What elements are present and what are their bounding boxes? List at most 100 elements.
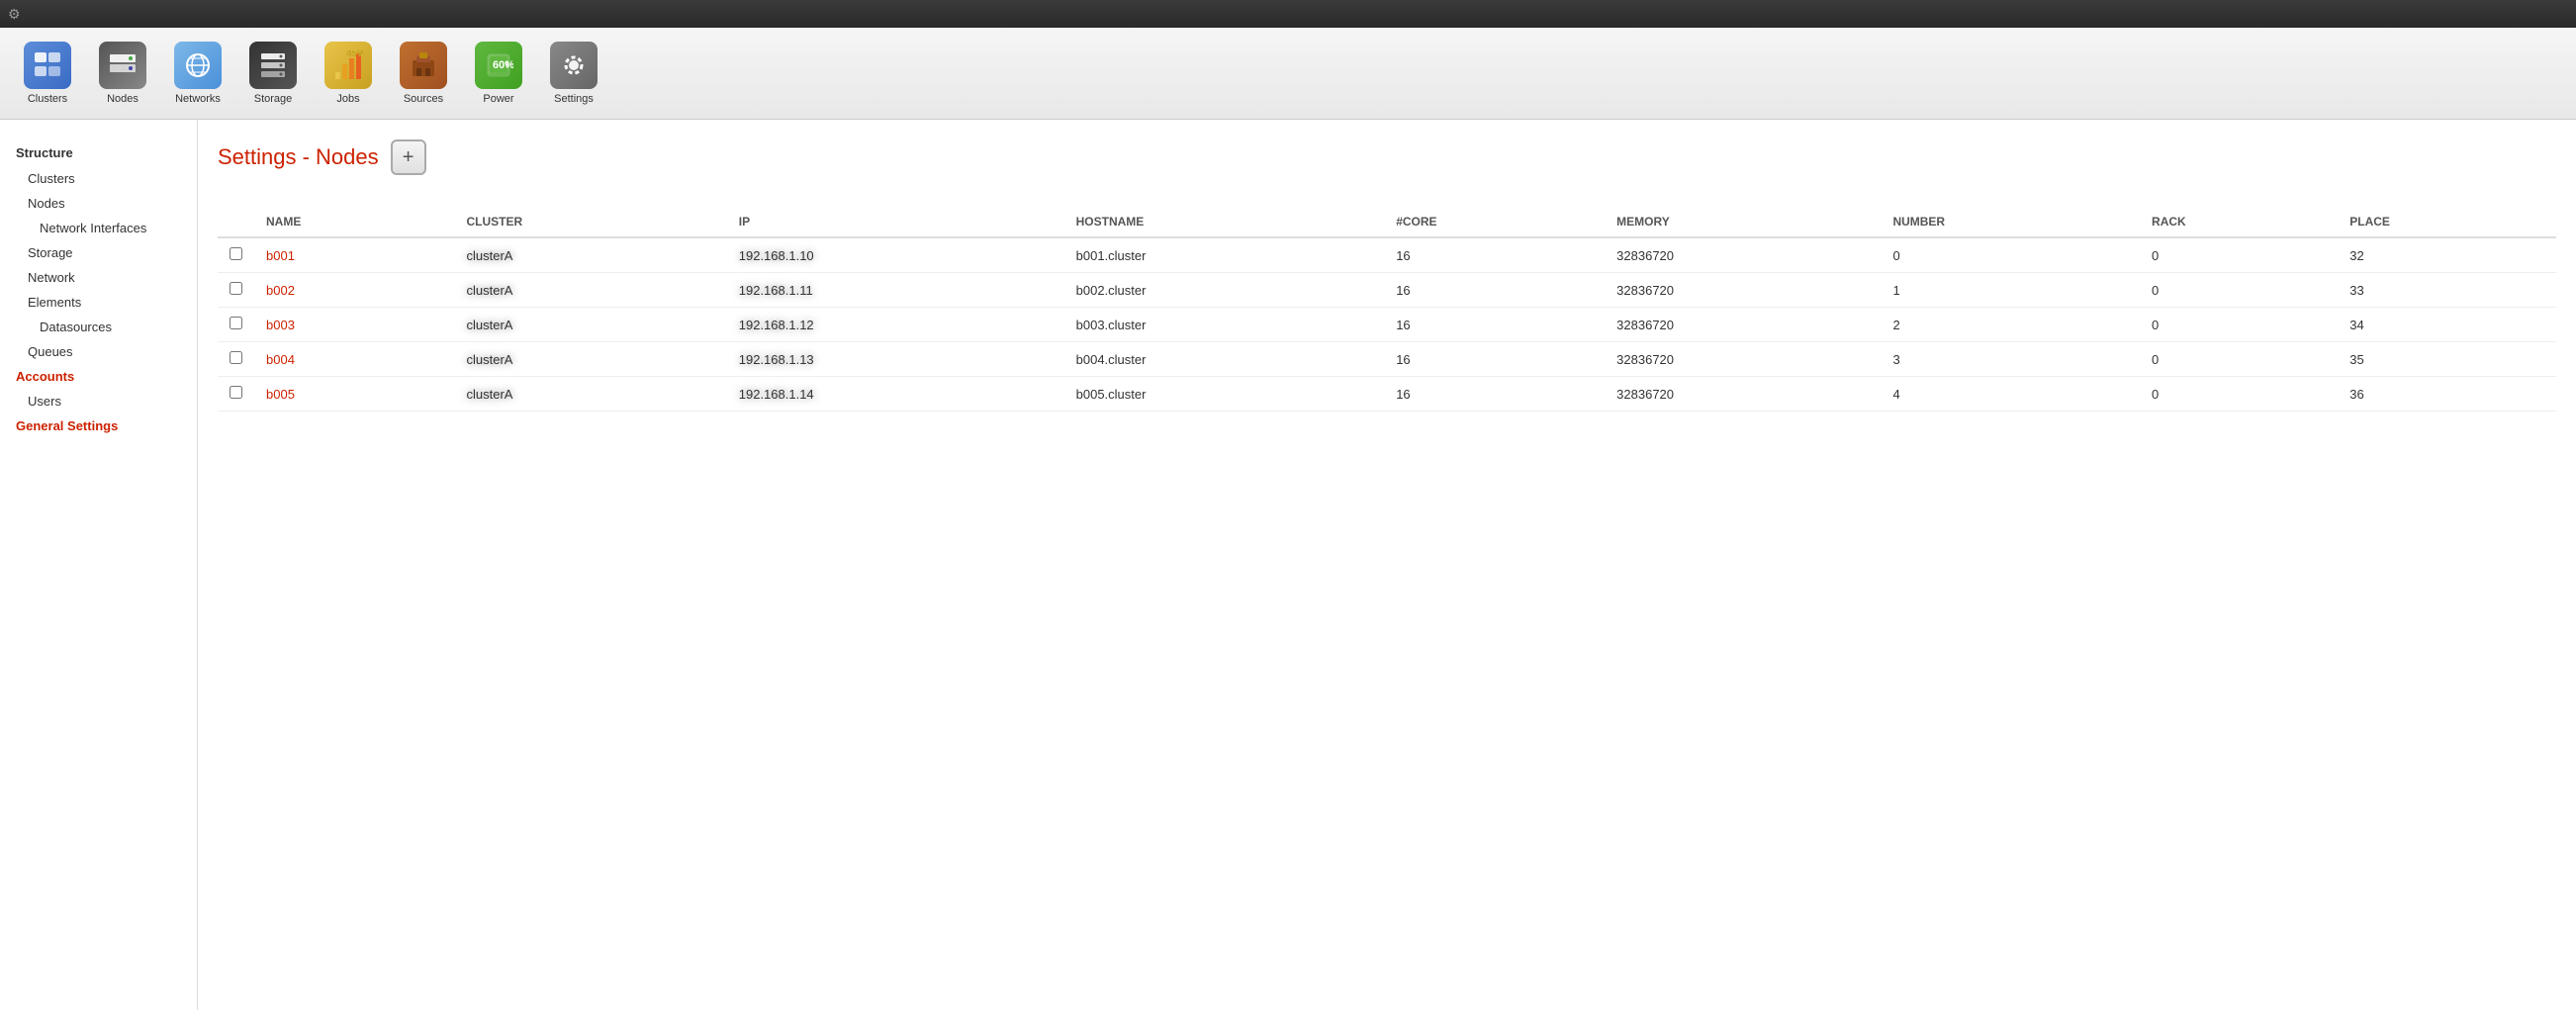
row-place-0: 32 xyxy=(2338,237,2556,273)
row-memory-4: 32836720 xyxy=(1605,377,1881,412)
row-hostname-3: b004.cluster xyxy=(1064,342,1385,377)
row-checkbox-2[interactable] xyxy=(230,317,242,329)
row-name-2[interactable]: b003 xyxy=(266,318,295,332)
row-number-0: 0 xyxy=(1881,237,2140,273)
table-col-hostname: HOSTNAME xyxy=(1064,207,1385,237)
row-hostname-0: b001.cluster xyxy=(1064,237,1385,273)
toolbar-item-label-networks: Networks xyxy=(175,93,221,105)
table-row: b001clusterA192.168.1.10b001.cluster1632… xyxy=(218,237,2556,273)
table-col-name: NAME xyxy=(254,207,454,237)
top-bar: ⚙ xyxy=(0,0,2576,28)
settings-icon xyxy=(550,42,598,89)
row-cluster-3: clusterA xyxy=(454,342,726,377)
row-name-0[interactable]: b001 xyxy=(266,248,295,263)
row-cluster-4: clusterA xyxy=(454,377,726,412)
table-row: b005clusterA192.168.1.14b005.cluster1632… xyxy=(218,377,2556,412)
row-checkbox-3[interactable] xyxy=(230,351,242,364)
toolbar-item-settings[interactable]: Settings xyxy=(538,36,609,111)
sidebar-item-users[interactable]: Users xyxy=(0,389,197,413)
toolbar-item-jobs[interactable]: 45WJobs xyxy=(313,36,384,111)
header-row: Settings - Nodes + xyxy=(218,139,2556,191)
nodes-icon xyxy=(99,42,146,89)
sidebar-section-structure: Structure xyxy=(0,139,197,166)
row-ip-1: 192.168.1.11 xyxy=(727,273,1064,308)
row-place-2: 34 xyxy=(2338,308,2556,342)
row-number-3: 3 xyxy=(1881,342,2140,377)
toolbar-item-clusters[interactable]: Clusters xyxy=(12,36,83,111)
table-col-rack: RACK xyxy=(2140,207,2338,237)
row-checkbox-1[interactable] xyxy=(230,282,242,295)
toolbar: Clusters Nodes Networks Storage45WJobs Sourc… xyxy=(0,28,2576,120)
sidebar-item-datasources[interactable]: Datasources xyxy=(0,315,197,339)
toolbar-item-sources[interactable]: Sources xyxy=(388,36,459,111)
row-place-1: 33 xyxy=(2338,273,2556,308)
row-cluster-2: clusterA xyxy=(454,308,726,342)
table-row: b002clusterA192.168.1.11b002.cluster1632… xyxy=(218,273,2556,308)
row-number-2: 2 xyxy=(1881,308,2140,342)
row-checkbox-0[interactable] xyxy=(230,247,242,260)
row-core-2: 16 xyxy=(1384,308,1605,342)
row-cluster-1: clusterA xyxy=(454,273,726,308)
table-col-cluster: CLUSTER xyxy=(454,207,726,237)
add-node-button[interactable]: + xyxy=(391,139,426,175)
sidebar: StructureClustersNodesNetwork Interfaces… xyxy=(0,120,198,1010)
sidebar-item-clusters[interactable]: Clusters xyxy=(0,166,197,191)
row-core-4: 16 xyxy=(1384,377,1605,412)
row-ip-3: 192.168.1.13 xyxy=(727,342,1064,377)
page-area: Settings - Nodes + NAME CLUSTER IP HOSTN… xyxy=(198,120,2576,1010)
toolbar-item-networks[interactable]: Networks xyxy=(162,36,233,111)
table-header: NAME CLUSTER IP HOSTNAME #CORE MEMORY NU… xyxy=(218,207,2556,237)
sources-icon xyxy=(400,42,447,89)
table-col-place: PLACE xyxy=(2338,207,2556,237)
sidebar-item-queues[interactable]: Queues xyxy=(0,339,197,364)
row-hostname-2: b003.cluster xyxy=(1064,308,1385,342)
table-body: b001clusterA192.168.1.10b001.cluster1632… xyxy=(218,237,2556,412)
row-cluster-0: clusterA xyxy=(454,237,726,273)
toolbar-item-power[interactable]: 60%Power xyxy=(463,36,534,111)
table-row: b003 clusterA192.168.1.12b003.cluster1632… xyxy=(218,308,2556,342)
sidebar-item-network[interactable]: Network xyxy=(0,265,197,290)
row-memory-0: 32836720 xyxy=(1605,237,1881,273)
sidebar-item-elements[interactable]: Elements xyxy=(0,290,197,315)
sidebar-item-storage[interactable]: Storage xyxy=(0,240,197,265)
toolbar-item-storage[interactable]: Storage xyxy=(237,36,309,111)
sidebar-item-network-interfaces[interactable]: Network Interfaces xyxy=(0,216,197,240)
table-col-ip: IP xyxy=(727,207,1064,237)
row-number-4: 4 xyxy=(1881,377,2140,412)
row-ip-2: 192.168.1.12 xyxy=(727,308,1064,342)
table-col-core: #CORE xyxy=(1384,207,1605,237)
row-name-4[interactable]: b005 xyxy=(266,387,295,402)
sidebar-item-accounts[interactable]: Accounts xyxy=(0,364,197,389)
row-rack-3: 0 xyxy=(2140,342,2338,377)
clusters-icon xyxy=(24,42,71,89)
nodes-table: NAME CLUSTER IP HOSTNAME #CORE MEMORY NU… xyxy=(218,207,2556,412)
table-col-number: NUMBER xyxy=(1881,207,2140,237)
row-ip-4: 192.168.1.14 xyxy=(727,377,1064,412)
gear-icon[interactable]: ⚙ xyxy=(8,6,21,23)
svg-text:45W: 45W xyxy=(346,50,363,59)
toolbar-item-label-clusters: Clusters xyxy=(28,93,67,105)
table-col-memory: MEMORY xyxy=(1605,207,1881,237)
row-name-3[interactable]: b004 xyxy=(266,352,295,367)
networks-icon xyxy=(174,42,222,89)
row-rack-0: 0 xyxy=(2140,237,2338,273)
toolbar-item-label-sources: Sources xyxy=(404,93,443,105)
row-memory-2: 32836720 xyxy=(1605,308,1881,342)
toolbar-item-nodes[interactable]: Nodes xyxy=(87,36,158,111)
toolbar-item-label-settings: Settings xyxy=(554,93,594,105)
sidebar-item-nodes[interactable]: Nodes xyxy=(0,191,197,216)
row-place-4: 36 xyxy=(2338,377,2556,412)
row-rack-4: 0 xyxy=(2140,377,2338,412)
toolbar-item-label-nodes: Nodes xyxy=(107,93,138,105)
row-rack-2: 0 xyxy=(2140,308,2338,342)
row-place-3: 35 xyxy=(2338,342,2556,377)
row-memory-1: 32836720 xyxy=(1605,273,1881,308)
sidebar-item-general-settings[interactable]: General Settings xyxy=(0,413,197,438)
row-name-1[interactable]: b002 xyxy=(266,283,295,298)
row-rack-1: 0 xyxy=(2140,273,2338,308)
page-title: Settings - Nodes xyxy=(218,144,379,170)
jobs-icon: 45W xyxy=(324,42,372,89)
row-number-1: 1 xyxy=(1881,273,2140,308)
row-checkbox-4[interactable] xyxy=(230,386,242,399)
power-icon: 60% xyxy=(475,42,522,89)
